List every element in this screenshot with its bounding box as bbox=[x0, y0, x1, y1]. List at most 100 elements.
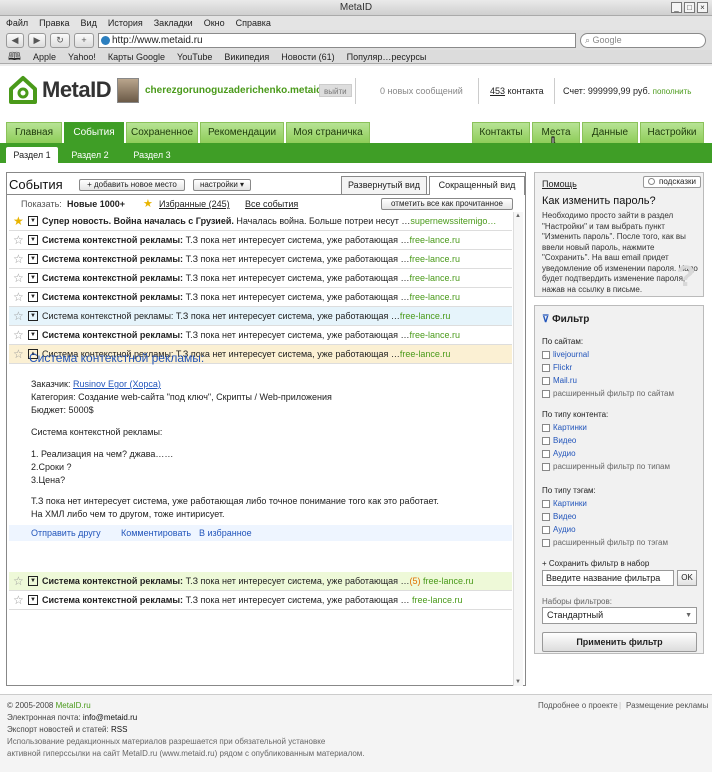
types-extended-filter[interactable]: расширенный фильтр по типам bbox=[542, 462, 670, 471]
chevron-down-icon[interactable]: ▼ bbox=[28, 254, 38, 264]
filter-sets-select[interactable]: Стандартный ▼ bbox=[542, 607, 697, 624]
bookmark-wikipedia[interactable]: Википедия bbox=[224, 50, 269, 63]
star-icon[interactable]: ☆ bbox=[13, 269, 24, 287]
add-place-button[interactable]: + добавить новое место bbox=[79, 179, 185, 191]
customer-link[interactable]: Rusinov Egor (Хорса) bbox=[73, 379, 161, 389]
site-label[interactable]: Mail.ru bbox=[553, 376, 577, 385]
event-source[interactable]: free-lance.ru bbox=[410, 235, 461, 245]
topup-link[interactable]: пополнить bbox=[653, 87, 692, 96]
subtab-section-2[interactable]: Раздел 2 bbox=[64, 147, 116, 163]
event-source[interactable]: free-lance.ru bbox=[410, 292, 461, 302]
settings-dropdown[interactable]: настройки ▾ bbox=[193, 179, 251, 191]
tab-events[interactable]: События bbox=[64, 122, 124, 143]
tags-extended-filter[interactable]: расширенный фильтр по тэгам bbox=[542, 538, 668, 547]
filter-site-livejournal[interactable]: livejournal bbox=[542, 350, 589, 359]
checkbox[interactable] bbox=[542, 525, 550, 534]
menu-window[interactable]: Окно bbox=[204, 16, 225, 30]
new-messages-link[interactable]: 0 новых сообщений bbox=[380, 86, 463, 96]
checkbox[interactable] bbox=[542, 499, 550, 508]
event-source[interactable]: supernewssitemigo… bbox=[410, 216, 496, 226]
contacts-count-link[interactable]: 453 bbox=[490, 86, 505, 96]
reload-button[interactable]: ↻ bbox=[50, 32, 70, 48]
back-button[interactable]: ◀ bbox=[6, 32, 24, 48]
bookmark-news[interactable]: Новости (61) bbox=[281, 50, 334, 63]
filter-new[interactable]: Новые 1000+ bbox=[67, 196, 125, 212]
mark-all-read-button[interactable]: отметить все как прочитанное bbox=[381, 198, 513, 210]
minimize-button[interactable]: _ bbox=[671, 2, 682, 13]
avatar[interactable] bbox=[117, 78, 139, 103]
checkbox[interactable] bbox=[542, 350, 550, 359]
apply-filter-button[interactable]: Применить фильтр bbox=[542, 632, 697, 652]
list-item[interactable]: ☆ ▼ Система контекстной рекламы: Т.З пока … bbox=[9, 326, 512, 345]
subtab-section-1[interactable]: Раздел 1 bbox=[6, 147, 58, 163]
tab-settings[interactable]: Настройки bbox=[640, 122, 704, 143]
menu-help[interactable]: Справка bbox=[236, 16, 271, 30]
send-to-friend-link[interactable]: Отправить другу bbox=[31, 525, 101, 541]
filter-type-video[interactable]: Видео bbox=[542, 436, 576, 445]
chevron-down-icon[interactable]: ▼ bbox=[28, 330, 38, 340]
checkbox[interactable] bbox=[542, 363, 550, 372]
copyright-link[interactable]: MetaID.ru bbox=[56, 701, 91, 710]
tab-my-page[interactable]: Моя страничка bbox=[286, 122, 370, 143]
list-item[interactable]: ☆ ▼ Система контекстной рекламы: Т.З пока … bbox=[9, 288, 512, 307]
logout-button[interactable]: выйти bbox=[319, 84, 352, 97]
filter-tag-audio[interactable]: Аудио bbox=[542, 525, 576, 534]
tab-main[interactable]: Главная bbox=[6, 122, 62, 143]
list-item[interactable]: ☆ ▼ Система контекстной рекламы: Т.З пока … bbox=[9, 591, 512, 610]
add-bookmark-button[interactable]: + bbox=[74, 32, 94, 48]
ads-link[interactable]: Размещение рекламы bbox=[626, 701, 708, 710]
menu-edit[interactable]: Правка bbox=[39, 16, 69, 30]
filter-favorites[interactable]: Избранные (245) bbox=[159, 196, 230, 212]
bookmark-apple[interactable]: Apple bbox=[33, 50, 56, 63]
star-icon[interactable]: ☆ bbox=[13, 288, 24, 306]
bookmark-yahoo[interactable]: Yahoo! bbox=[68, 50, 96, 63]
site-label[interactable]: livejournal bbox=[553, 350, 589, 359]
chevron-down-icon[interactable]: ▼ bbox=[28, 576, 38, 586]
site-label[interactable]: Flickr bbox=[553, 363, 572, 372]
checkbox[interactable] bbox=[542, 423, 550, 432]
type-label[interactable]: Аудио bbox=[553, 449, 576, 458]
subtab-section-3[interactable]: Раздел 3 bbox=[126, 147, 178, 163]
expanded-heading[interactable]: Система контекстной рекламы: bbox=[29, 351, 204, 365]
star-icon[interactable]: ☆ bbox=[13, 326, 24, 344]
star-icon[interactable]: ☆ bbox=[13, 231, 24, 249]
star-icon[interactable]: ★ bbox=[13, 212, 24, 230]
chevron-down-icon[interactable]: ▼ bbox=[28, 273, 38, 283]
star-icon[interactable]: ☆ bbox=[13, 307, 24, 325]
menu-history[interactable]: История bbox=[108, 16, 143, 30]
help-link[interactable]: Помощь bbox=[542, 179, 577, 189]
checkbox[interactable] bbox=[542, 449, 550, 458]
chevron-down-icon[interactable]: ▼ bbox=[28, 216, 38, 226]
type-label[interactable]: Картинки bbox=[553, 423, 587, 432]
list-item[interactable]: ☆ ▼ Система контекстной рекламы: Т.З пока … bbox=[9, 307, 512, 326]
star-icon[interactable]: ☆ bbox=[13, 250, 24, 268]
search-input[interactable]: ⌕ Google bbox=[580, 32, 706, 48]
tab-saved[interactable]: Сохраненное bbox=[126, 122, 198, 143]
bookmark-youtube[interactable]: YouTube bbox=[177, 50, 212, 63]
username-link[interactable]: cherezgorunoguzaderichenko.metaid.ru bbox=[145, 85, 335, 96]
menu-file[interactable]: Файл bbox=[6, 16, 28, 30]
filter-type-images[interactable]: Картинки bbox=[542, 423, 587, 432]
list-item[interactable]: ☆ ▼ Система контекстной рекламы: Т.З пока … bbox=[9, 269, 512, 288]
filter-site-mailru[interactable]: Mail.ru bbox=[542, 376, 577, 385]
ok-button[interactable]: OK bbox=[677, 570, 697, 586]
checkbox[interactable] bbox=[542, 436, 550, 445]
list-item[interactable]: ★ ▼ Супер новость. Война началась с Грузие… bbox=[9, 212, 512, 231]
chevron-down-icon[interactable]: ▼ bbox=[28, 595, 38, 605]
site-logo[interactable]: MetaID bbox=[8, 75, 112, 105]
tab-contacts[interactable]: Контакты bbox=[472, 122, 530, 143]
about-link[interactable]: Подробнее о проекте bbox=[538, 701, 618, 710]
scroll-down-icon[interactable]: ▼ bbox=[515, 679, 522, 685]
email-link[interactable]: info@metaid.ru bbox=[83, 713, 137, 722]
book-icon[interactable]: 🕮 bbox=[8, 50, 21, 63]
list-item[interactable]: ☆ ▼ Система контекстной рекламы: Т.З пока … bbox=[9, 250, 512, 269]
close-button[interactable]: × bbox=[697, 2, 708, 13]
bookmark-google-maps[interactable]: Карты Google bbox=[108, 50, 165, 63]
filter-site-flickr[interactable]: Flickr bbox=[542, 363, 572, 372]
tag-label[interactable]: Видео bbox=[553, 512, 576, 521]
event-source[interactable]: free-lance.ru bbox=[412, 595, 463, 605]
chevron-down-icon[interactable]: ▼ bbox=[28, 235, 38, 245]
bookmark-popular[interactable]: Популяр…ресурсы bbox=[347, 50, 427, 63]
tab-recommendations[interactable]: Рекомендации bbox=[200, 122, 284, 143]
star-icon[interactable]: ☆ bbox=[13, 591, 24, 609]
